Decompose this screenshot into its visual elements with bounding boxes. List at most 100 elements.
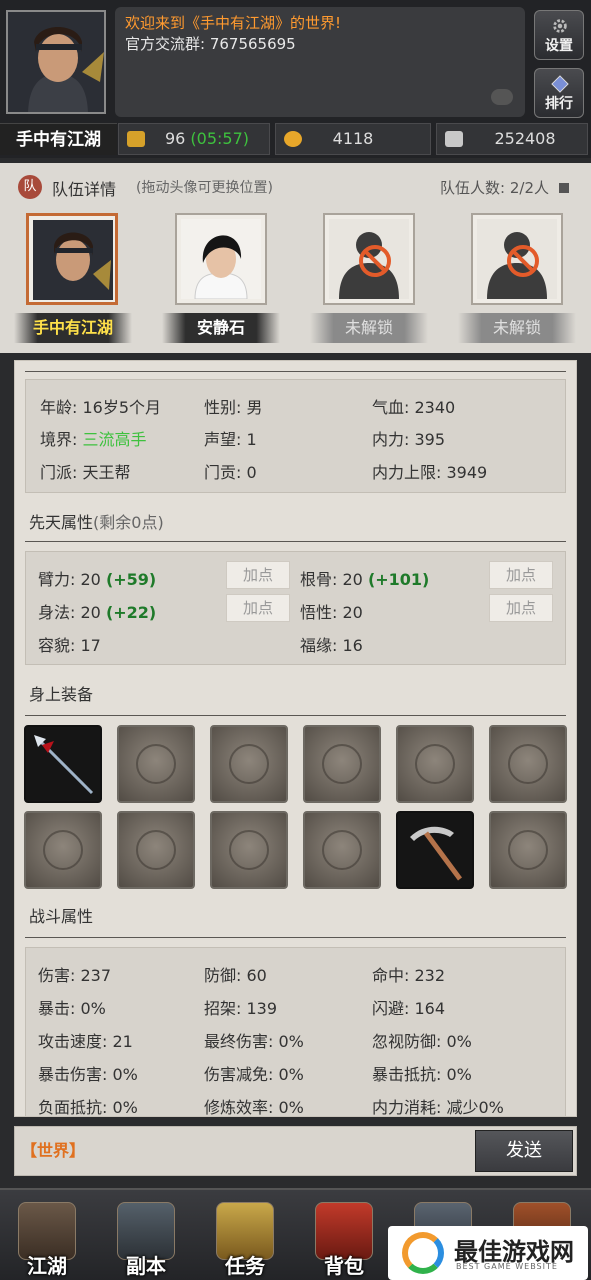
team-member-3[interactable] bbox=[323, 213, 415, 305]
team-emblem-icon: 队 bbox=[18, 175, 42, 199]
team-subtitle: (拖动头像可更换位置) bbox=[136, 180, 273, 196]
equip-slot-tool[interactable] bbox=[396, 811, 474, 889]
equip-slot-bracelet[interactable] bbox=[24, 811, 102, 889]
equip-slot-beads[interactable] bbox=[210, 811, 288, 889]
warrior-portrait-icon bbox=[8, 12, 104, 112]
silver-value: 252408 bbox=[494, 129, 556, 148]
arm-add-point-button[interactable]: 加点 bbox=[226, 561, 290, 589]
equip-slot-robe[interactable] bbox=[210, 725, 288, 803]
member-portrait bbox=[477, 219, 557, 299]
nav-jianghu[interactable]: 江湖 bbox=[16, 1202, 78, 1280]
chat-input[interactable]: 【世界】 bbox=[15, 1127, 473, 1175]
silver-icon bbox=[445, 131, 463, 147]
settings-button[interactable]: 设置 bbox=[534, 10, 584, 60]
bracelet-icon bbox=[43, 830, 83, 870]
divider bbox=[25, 937, 566, 938]
stamina-timer: (05:57) bbox=[190, 129, 250, 148]
root-add-point-button[interactable]: 加点 bbox=[489, 561, 553, 589]
character-detail-panel: 年龄: 16岁5个月 性别: 男 气血: 2340 境界: 三流高手 声望: 1… bbox=[14, 360, 577, 1117]
equipment-section-title: 身上装备 bbox=[29, 685, 94, 704]
root-bone-field: 根骨: 20 (+101) bbox=[300, 570, 430, 589]
ring-icon bbox=[322, 830, 362, 870]
inner-power-max-value: 内力上限: 3949 bbox=[372, 463, 488, 482]
silver-resource: 252408 bbox=[436, 123, 588, 155]
hidden-weapon-icon bbox=[136, 744, 176, 784]
gear-icon bbox=[553, 19, 567, 33]
spear-icon bbox=[34, 735, 94, 795]
boots-icon bbox=[415, 744, 455, 784]
insight-value: 悟性: 20 bbox=[300, 603, 363, 622]
gender-value: 性别: 男 bbox=[204, 398, 263, 417]
female-portrait-icon bbox=[181, 219, 261, 300]
equip-slot-boots[interactable] bbox=[396, 725, 474, 803]
gold-resource: 4118 bbox=[275, 123, 431, 155]
site-logo-icon bbox=[402, 1232, 444, 1274]
horse-icon bbox=[508, 830, 548, 870]
member-name-4: 未解锁 bbox=[458, 313, 576, 343]
equip-slot-armor[interactable] bbox=[303, 725, 381, 803]
basic-info-box: 年龄: 16岁5个月 性别: 男 气血: 2340 境界: 三流高手 声望: 1… bbox=[25, 379, 566, 493]
stat-training-efficiency: 修炼效率: 0% bbox=[204, 1098, 304, 1117]
nav-dungeon[interactable]: 副本 bbox=[115, 1202, 177, 1280]
locked-silhouette-icon bbox=[329, 219, 409, 299]
player-name: 手中有江湖 bbox=[0, 123, 117, 155]
hp-value: 气血: 2340 bbox=[372, 398, 456, 417]
team-menu-icon[interactable] bbox=[559, 183, 569, 193]
realm-value: 三流高手 bbox=[82, 430, 147, 449]
stat-damage: 伤害: 237 bbox=[38, 966, 112, 985]
player-avatar[interactable] bbox=[6, 10, 106, 114]
agility-add-point-button[interactable]: 加点 bbox=[226, 594, 290, 622]
looks-value: 容貌: 17 bbox=[38, 636, 101, 655]
system-message-box: 欢迎来到《手中有江湖》的世界! 官方交流群: 767565695 bbox=[115, 7, 525, 117]
stat-defense: 防御: 60 bbox=[204, 966, 267, 985]
member-portrait bbox=[329, 219, 409, 299]
welcome-message: 欢迎来到《手中有江湖》的世界! bbox=[125, 14, 342, 32]
rank-button[interactable]: 排行 bbox=[534, 68, 584, 118]
stat-dodge: 闪避: 164 bbox=[372, 999, 446, 1018]
chat-bubble-icon[interactable] bbox=[491, 89, 513, 105]
divider bbox=[25, 715, 566, 716]
stat-crit: 暴击: 0% bbox=[38, 999, 106, 1018]
agility-field: 身法: 20 (+22) bbox=[38, 603, 157, 622]
equip-slot-pendant[interactable] bbox=[489, 725, 567, 803]
warrior-portrait-icon bbox=[33, 220, 113, 300]
robe-icon bbox=[229, 744, 269, 784]
team-member-1[interactable] bbox=[26, 213, 118, 305]
divider bbox=[25, 541, 566, 542]
team-member-2[interactable] bbox=[175, 213, 267, 305]
member-portrait bbox=[33, 220, 113, 300]
team-title: 队伍详情 bbox=[52, 180, 117, 199]
team-member-4[interactable] bbox=[471, 213, 563, 305]
watermark-subtitle: BEST GAME WEBSITE bbox=[456, 1262, 558, 1271]
arm-strength-field: 臂力: 20 (+59) bbox=[38, 570, 157, 589]
sect-value: 门派: 天王帮 bbox=[40, 463, 131, 482]
equip-slot-talisman[interactable] bbox=[117, 811, 195, 889]
gold-value: 4118 bbox=[332, 129, 374, 148]
equip-slot-mount[interactable] bbox=[489, 811, 567, 889]
member-portrait bbox=[181, 219, 261, 300]
stat-inner-consumption: 内力消耗: 减少0% bbox=[372, 1098, 504, 1117]
rank-label: 排行 bbox=[545, 96, 573, 112]
insight-add-point-button[interactable]: 加点 bbox=[489, 594, 553, 622]
stat-crit-resist: 暴击抵抗: 0% bbox=[372, 1065, 472, 1084]
equip-slot-ring[interactable] bbox=[303, 811, 381, 889]
settings-label: 设置 bbox=[545, 38, 573, 54]
equip-slot-weapon[interactable] bbox=[24, 725, 102, 803]
pendant-icon bbox=[508, 744, 548, 784]
nav-bag[interactable]: 背包 bbox=[313, 1202, 375, 1280]
stat-damage-reduction: 伤害减免: 0% bbox=[204, 1065, 304, 1084]
innate-attributes-box: 臂力: 20 (+59) 加点 根骨: 20 (+101) 加点 身法: 20 … bbox=[25, 551, 566, 665]
equip-slot-hidden-weapon[interactable] bbox=[117, 725, 195, 803]
talisman-icon bbox=[136, 830, 176, 870]
group-message: 官方交流群: 767565695 bbox=[125, 35, 296, 53]
stat-hit: 命中: 232 bbox=[372, 966, 446, 985]
divider bbox=[25, 371, 566, 372]
nav-quest[interactable]: 任务 bbox=[214, 1202, 276, 1280]
send-button[interactable]: 发送 bbox=[475, 1130, 573, 1172]
team-count: 队伍人数: 2/2人 bbox=[440, 179, 549, 197]
realm-label: 境界: bbox=[40, 430, 83, 449]
stat-attack-speed: 攻击速度: 21 bbox=[38, 1032, 133, 1051]
member-name-3: 未解锁 bbox=[310, 313, 428, 343]
combat-stats-box: 伤害: 237 防御: 60 命中: 232 暴击: 0% 招架: 139 闪避… bbox=[25, 947, 566, 1117]
beads-icon bbox=[229, 830, 269, 870]
